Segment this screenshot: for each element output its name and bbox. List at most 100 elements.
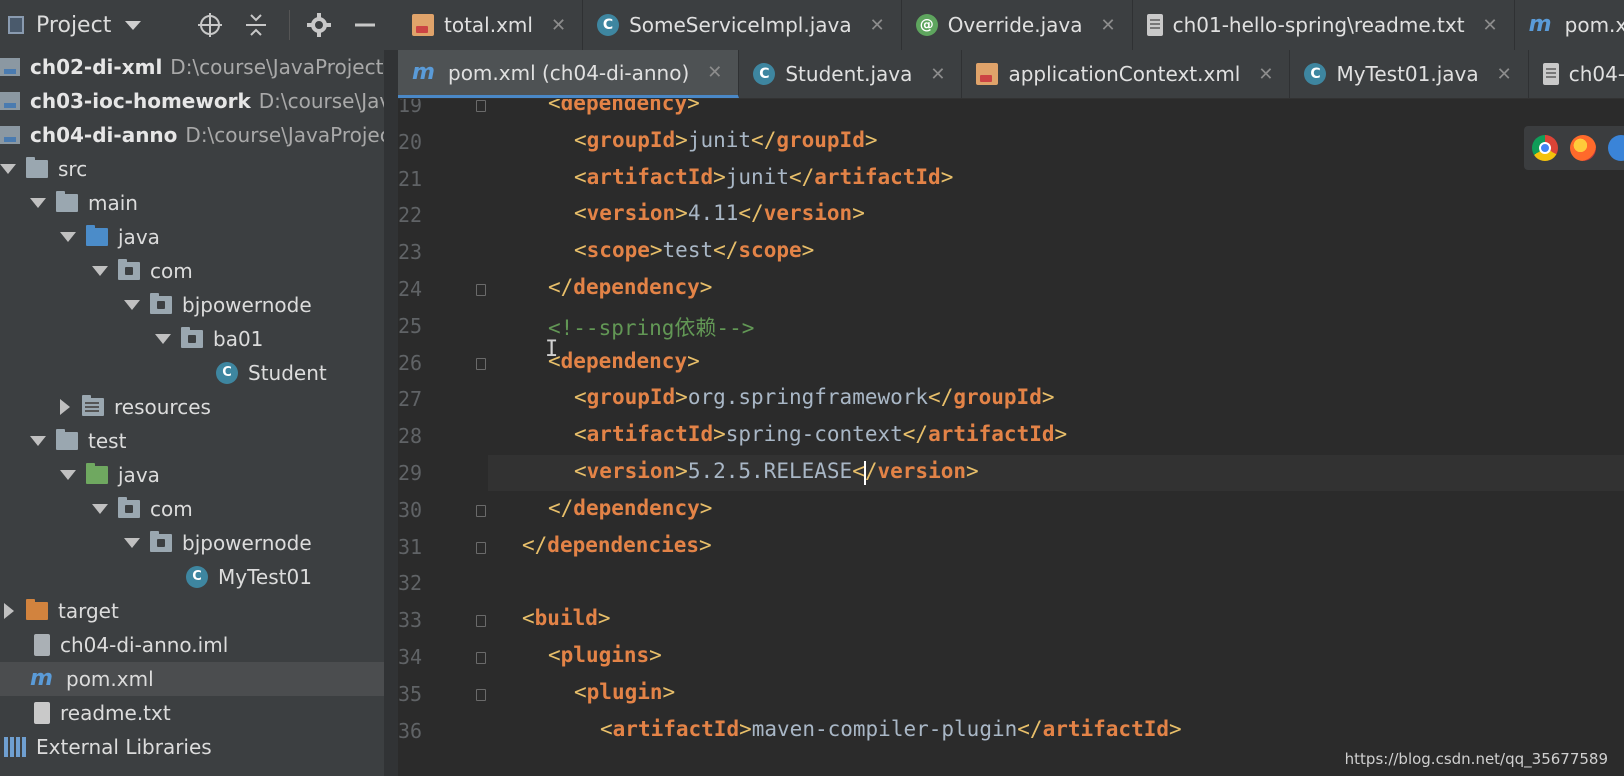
tree-item-pom[interactable]: m pom.xml — [0, 662, 384, 696]
tab-readme[interactable]: ch01-hello-spring\readme.txt ✕ — [1133, 0, 1515, 50]
chevron-down-icon[interactable] — [30, 198, 46, 208]
chevron-down-icon[interactable] — [92, 504, 108, 514]
tab-student[interactable]: C Student.java ✕ — [739, 50, 963, 98]
code-line[interactable]: <version>4.11</version> — [574, 201, 865, 225]
tab-label: Student.java — [785, 62, 913, 86]
chevron-down-icon[interactable] — [0, 164, 16, 174]
fold-marker-icon[interactable] — [476, 504, 486, 517]
chevron-down-icon[interactable] — [60, 470, 76, 480]
tree-item-test-bjpowernode[interactable]: bjpowernode — [0, 526, 384, 560]
chevron-down-icon[interactable] — [30, 436, 46, 446]
tab-label: pom.xml (c — [1564, 13, 1624, 37]
chevron-down-icon[interactable] — [124, 300, 140, 310]
tab-pom-ch04[interactable]: m pom.xml (ch04-di-anno) ✕ — [398, 50, 740, 98]
project-view-selector[interactable]: Project — [36, 13, 111, 38]
code-line[interactable]: </dependency> — [548, 275, 712, 299]
tab-someserviceimpl[interactable]: C SomeServiceImpl.java ✕ — [583, 0, 902, 50]
line-number: 19 — [398, 99, 423, 117]
chevron-down-icon[interactable] — [155, 334, 171, 344]
firefox-icon[interactable] — [1570, 135, 1596, 161]
project-tool-window-header: Project — [0, 0, 398, 50]
code-tag: version — [586, 459, 676, 483]
code-line[interactable]: </dependencies> — [522, 533, 712, 557]
line-number: 30 — [398, 497, 423, 522]
chevron-down-icon[interactable] — [125, 20, 142, 30]
tree-item-resources[interactable]: resources — [0, 390, 384, 424]
code-line[interactable]: <version>5.2.5.RELEASE</version> — [574, 459, 979, 483]
code-line[interactable]: <plugins> — [548, 643, 662, 667]
tree-item-ch04-di-anno[interactable]: ch04-di-anno D:\course\JavaProjects\ — [0, 118, 384, 152]
fold-marker-icon[interactable] — [476, 284, 486, 296]
tree-item-ba01[interactable]: ba01 — [0, 322, 384, 356]
tree-item-test-com[interactable]: com — [0, 492, 384, 526]
tree-item-target[interactable]: target — [0, 594, 384, 628]
code-line[interactable]: <groupId>org.springframework</groupId> — [574, 385, 1055, 409]
chevron-down-icon[interactable] — [92, 266, 108, 276]
code-line[interactable]: <artifactId>maven-compiler-plugin</artif… — [600, 717, 1182, 741]
close-icon[interactable]: ✕ — [930, 64, 945, 85]
tab-ch04-overflow[interactable]: ch04-di- — [1529, 50, 1624, 98]
code-line[interactable]: </dependency> — [548, 496, 712, 520]
tab-override[interactable]: @ Override.java ✕ — [902, 0, 1133, 50]
fold-marker-icon[interactable] — [476, 100, 486, 112]
code-line[interactable]: <groupId>junit</groupId> — [574, 128, 878, 152]
close-icon[interactable]: ✕ — [1497, 64, 1512, 85]
hide-panel-icon[interactable] — [352, 12, 378, 38]
tree-item-bjpowernode[interactable]: bjpowernode — [0, 288, 384, 322]
chevron-down-icon[interactable] — [60, 232, 76, 242]
chevron-right-icon[interactable] — [60, 399, 70, 415]
code-line[interactable]: <scope>test</scope> — [574, 238, 814, 262]
code-tag: </ — [548, 275, 574, 299]
close-icon[interactable]: ✕ — [1483, 15, 1498, 36]
browser-icon[interactable] — [1608, 135, 1624, 161]
tree-item-com[interactable]: com — [0, 254, 384, 288]
maven-icon: m — [30, 666, 53, 691]
tree-item-ch03-ioc-homework[interactable]: ch03-ioc-homework D:\course\JavaPr — [0, 84, 384, 118]
code-line[interactable]: <build> — [522, 606, 611, 630]
folder-icon — [56, 429, 78, 450]
tab-applicationcontext[interactable]: applicationContext.xml ✕ — [962, 50, 1291, 98]
code-tag: scope — [738, 238, 802, 263]
fold-marker-icon[interactable] — [476, 688, 486, 701]
tab-mytest01[interactable]: C MyTest01.java ✕ — [1290, 50, 1529, 98]
tree-item-main[interactable]: main — [0, 186, 384, 220]
chevron-down-icon[interactable] — [124, 538, 140, 548]
gear-icon[interactable] — [306, 12, 332, 38]
fold-marker-icon[interactable] — [476, 615, 486, 628]
close-icon[interactable]: ✕ — [1258, 64, 1273, 85]
tree-item-external-libraries[interactable]: External Libraries — [0, 730, 384, 764]
fold-marker-icon[interactable] — [476, 357, 486, 370]
code-line[interactable]: <artifactId>junit</artifactId> — [574, 165, 953, 189]
code-line[interactable]: <!--spring依赖--> — [548, 312, 754, 342]
code-tag: </ — [1017, 716, 1043, 741]
close-icon[interactable]: ✕ — [707, 62, 722, 83]
tree-item-student[interactable]: C Student — [0, 356, 384, 390]
tab-pom-other[interactable]: m pom.xml (c — [1515, 0, 1624, 50]
fold-marker-icon[interactable] — [476, 652, 486, 664]
tree-item-test-java[interactable]: java — [0, 458, 384, 492]
tree-item-src[interactable]: src — [0, 152, 384, 186]
tree-item-test[interactable]: test — [0, 424, 384, 458]
code-line[interactable]: <plugin> — [574, 680, 675, 704]
fold-marker-icon[interactable] — [476, 541, 486, 554]
panel-splitter[interactable] — [384, 50, 398, 776]
tab-total-xml[interactable]: total.xml ✕ — [398, 0, 584, 50]
chevron-right-icon[interactable] — [4, 603, 14, 619]
code-line[interactable]: <dependency> — [548, 99, 700, 115]
collapse-all-icon[interactable] — [243, 12, 269, 38]
tree-item-mytest01[interactable]: C MyTest01 — [0, 560, 384, 594]
tree-item-ch02-di-xml[interactable]: ch02-di-xml D:\course\JavaProjects\sp — [0, 50, 384, 84]
code-line[interactable]: <artifactId>spring-context</artifactId> — [574, 422, 1067, 446]
tree-item-iml[interactable]: ch04-di-anno.iml — [0, 628, 384, 662]
code-tag: </ — [928, 385, 954, 410]
close-icon[interactable]: ✕ — [870, 15, 885, 36]
locate-target-icon[interactable] — [197, 12, 223, 38]
line-number: 26 — [398, 350, 423, 375]
chrome-icon[interactable] — [1532, 135, 1558, 161]
code-editor[interactable]: 19 20 21 22 23 24 25 26 27 28 29 30 31 32 33 34 35 36 <de… — [398, 99, 1624, 776]
close-icon[interactable]: ✕ — [551, 15, 566, 36]
close-icon[interactable]: ✕ — [1100, 15, 1115, 36]
tree-item-readme[interactable]: readme.txt — [0, 696, 384, 730]
tree-item-main-java[interactable]: java — [0, 220, 384, 254]
code-line[interactable]: <dependency> — [548, 349, 700, 373]
